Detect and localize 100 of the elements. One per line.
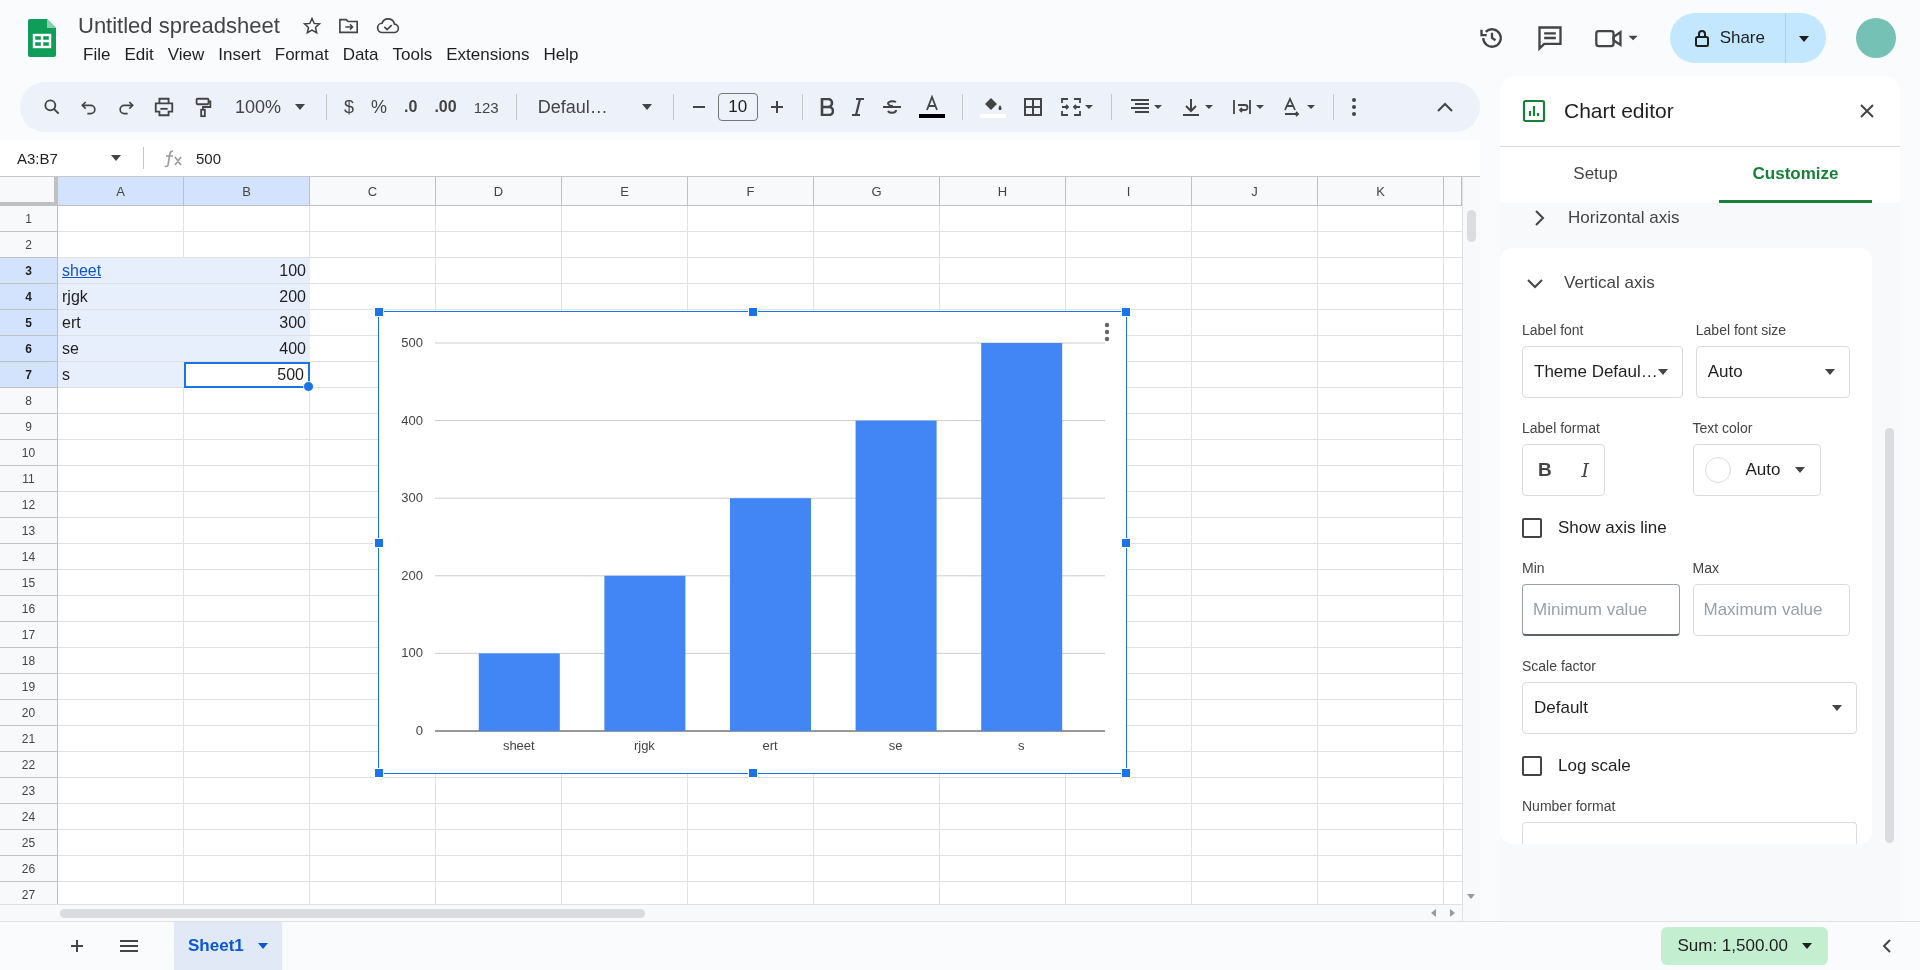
collapse-icon[interactable] <box>1436 101 1454 113</box>
menu-item[interactable]: File <box>78 43 116 67</box>
table-cell[interactable]: ert <box>58 310 184 335</box>
share-button[interactable]: Share <box>1669 13 1786 63</box>
label-font-size-select[interactable]: Auto <box>1695 346 1850 398</box>
font-size-field[interactable]: 10 <box>717 93 758 121</box>
scrollbar-track[interactable] <box>1462 177 1480 921</box>
text-color-select[interactable]: Auto <box>1692 444 1821 496</box>
text-color-icon[interactable] <box>918 95 945 119</box>
text-rotation-icon[interactable] <box>1281 97 1316 117</box>
column-header[interactable]: K <box>1318 177 1444 206</box>
chart-menu-icon[interactable] <box>1104 322 1110 342</box>
row-header[interactable]: 15 <box>0 570 58 596</box>
horizontal-scrollbar[interactable] <box>60 908 645 918</box>
row-header[interactable]: 12 <box>0 492 58 518</box>
row-header[interactable]: 6 <box>0 336 58 362</box>
column-header[interactable]: A <box>58 177 184 206</box>
fill-color-icon[interactable] <box>979 95 1006 119</box>
table-cell[interactable]: rjgk <box>58 284 184 309</box>
panel-scrollbar[interactable] <box>1885 428 1894 843</box>
row-header[interactable]: 26 <box>0 856 58 882</box>
column-header[interactable]: C <box>310 177 436 206</box>
document-title[interactable]: Untitled spreadsheet <box>78 13 280 39</box>
currency-format-button[interactable]: $ <box>344 96 355 118</box>
font-select[interactable]: Defaul… <box>537 96 652 118</box>
scale-factor-select[interactable]: Default <box>1522 682 1857 734</box>
row-header[interactable]: 18 <box>0 648 58 674</box>
sheets-logo-icon[interactable] <box>28 19 56 57</box>
tab[interactable]: Setup <box>1500 147 1692 203</box>
row-header[interactable]: 20 <box>0 700 58 726</box>
star-icon[interactable] <box>301 16 322 36</box>
resize-handle[interactable] <box>374 768 384 778</box>
row-header[interactable]: 19 <box>0 674 58 700</box>
zoom-select[interactable]: 100% <box>235 96 306 118</box>
merge-cells-icon[interactable] <box>1059 97 1094 117</box>
column-header[interactable]: F <box>688 177 814 206</box>
formula-field[interactable]: 500 <box>196 149 222 167</box>
decrease-decimal-button[interactable]: .0 <box>404 98 418 116</box>
table-cell[interactable]: 300 <box>184 310 310 335</box>
scroll-right-icon[interactable] <box>1448 909 1456 917</box>
row-header[interactable]: 10 <box>0 440 58 466</box>
resize-handle[interactable] <box>747 768 758 778</box>
section-header[interactable]: Vertical axis <box>1500 248 1872 318</box>
row-header[interactable]: 3 <box>0 258 58 284</box>
comment-icon[interactable] <box>1535 24 1564 52</box>
table-cell[interactable]: 100 <box>184 258 310 283</box>
percent-format-button[interactable]: % <box>371 96 388 118</box>
caret-icon[interactable] <box>111 155 121 161</box>
chevron-left-icon[interactable] <box>1882 938 1892 954</box>
row-header[interactable]: 9 <box>0 414 58 440</box>
scroll-left-icon[interactable] <box>1430 909 1438 917</box>
column-header[interactable]: E <box>562 177 688 206</box>
row-header[interactable]: 11 <box>0 466 58 492</box>
menu-item[interactable]: Data <box>337 43 384 67</box>
menu-item[interactable]: Tools <box>387 43 438 67</box>
column-header[interactable]: H <box>940 177 1066 206</box>
sum-button[interactable]: Sum: 1,500.00 <box>1661 927 1828 965</box>
close-icon[interactable] <box>1860 104 1874 118</box>
max-input-field[interactable]: Maximum value <box>1692 584 1850 636</box>
menu-item[interactable]: Insert <box>213 43 266 67</box>
column-header[interactable]: D <box>436 177 562 206</box>
more-options-icon[interactable] <box>1350 97 1357 117</box>
table-cell[interactable]: se <box>58 336 184 361</box>
add-sheet-icon[interactable] <box>70 939 84 953</box>
menu-item[interactable]: Edit <box>119 43 159 67</box>
row-header[interactable]: 2 <box>0 232 58 258</box>
increase-decimal-button[interactable]: .00 <box>434 98 457 116</box>
row-header[interactable]: 5 <box>0 310 58 336</box>
resize-handle[interactable] <box>374 537 384 548</box>
bold-icon[interactable] <box>819 98 834 116</box>
resize-handle[interactable] <box>747 307 758 317</box>
menu-item[interactable]: Format <box>269 43 334 67</box>
borders-icon[interactable] <box>1022 97 1043 117</box>
resize-handle[interactable] <box>374 307 384 317</box>
bold-button[interactable]: B <box>1537 459 1552 481</box>
menu-icon[interactable] <box>120 939 138 953</box>
scroll-down-icon[interactable] <box>1467 894 1475 900</box>
strikethrough-icon[interactable] <box>881 98 902 116</box>
row-header[interactable]: 27 <box>0 882 58 906</box>
row-header[interactable]: 13 <box>0 518 58 544</box>
cloud-check-icon[interactable] <box>375 16 400 36</box>
name-box[interactable]: A3:B7 <box>17 149 99 167</box>
row-header[interactable]: 7 <box>0 362 58 388</box>
table-cell[interactable]: 400 <box>184 336 310 361</box>
vertical-scrollbar[interactable] <box>1467 210 1476 242</box>
table-cell[interactable]: 200 <box>184 284 310 309</box>
italic-button[interactable]: I <box>1581 459 1590 481</box>
log-scale-checkbox[interactable]: Log scale <box>1522 756 1850 776</box>
column-header[interactable]: B <box>184 177 310 206</box>
column-header[interactable]: J <box>1192 177 1318 206</box>
print-icon[interactable] <box>153 96 175 118</box>
min-input-field[interactable]: Minimum value <box>1522 584 1680 636</box>
resize-handle[interactable] <box>1121 768 1131 778</box>
scrollbar-track[interactable] <box>0 904 1462 921</box>
row-header[interactable]: 8 <box>0 388 58 414</box>
text-wrap-icon[interactable] <box>1230 97 1265 117</box>
italic-icon[interactable] <box>850 98 865 116</box>
menu-item[interactable]: Help <box>538 43 584 67</box>
row-header[interactable]: 21 <box>0 726 58 752</box>
row-header[interactable]: 23 <box>0 778 58 804</box>
